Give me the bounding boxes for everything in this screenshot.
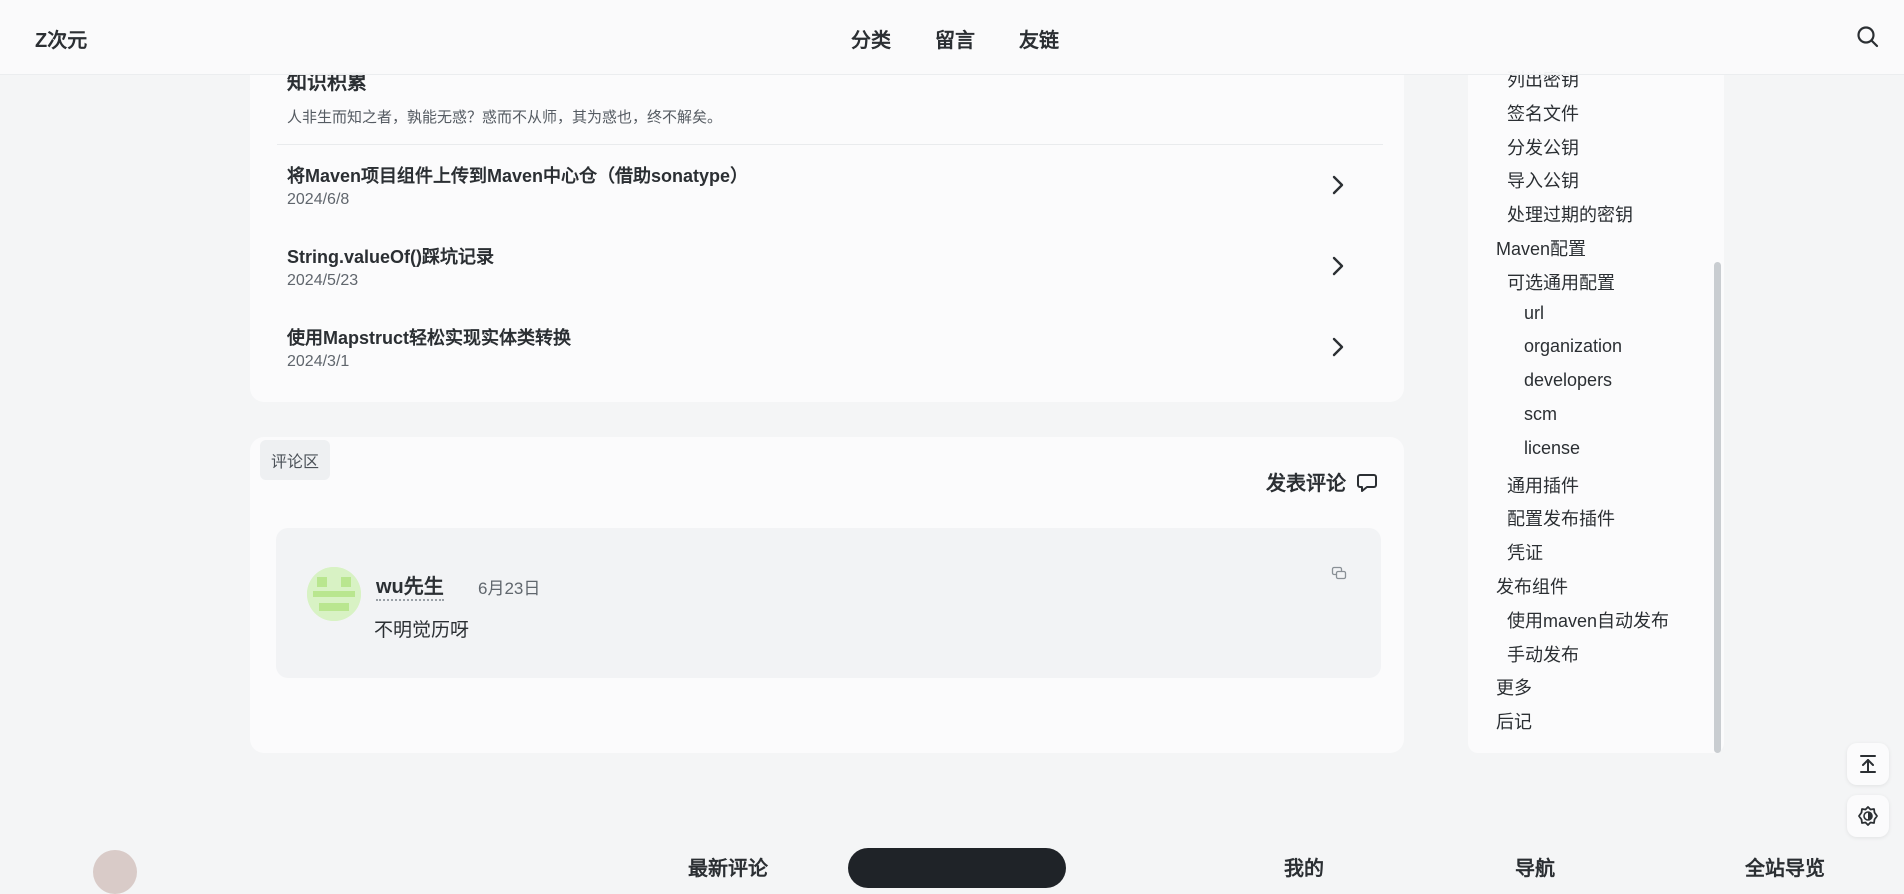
toc-item[interactable]: 后记 bbox=[1496, 708, 1532, 734]
footer-dark-pill[interactable] bbox=[848, 848, 1066, 888]
table-of-contents: 列出密钥 签名文件 分发公钥 导入公钥 处理过期的密钥 Maven配置 可选通用配置 url o… bbox=[1468, 40, 1724, 753]
footer-heading-mine: 我的 bbox=[1284, 858, 1324, 880]
footer-heading-latest-comments: 最新评论 bbox=[688, 858, 768, 880]
main-nav: 分类 留言 友链 bbox=[851, 24, 1059, 53]
toc-item[interactable]: license bbox=[1524, 438, 1580, 459]
comment-username[interactable]: wu先生 bbox=[376, 570, 444, 601]
comment-text: 不明觉历呀 bbox=[374, 620, 470, 641]
divider bbox=[277, 144, 1383, 145]
back-to-top-button[interactable] bbox=[1847, 743, 1889, 785]
nav-item-guestbook[interactable]: 留言 bbox=[935, 24, 975, 53]
search-icon[interactable] bbox=[1855, 24, 1881, 50]
toc-item[interactable]: 发布组件 bbox=[1496, 573, 1568, 599]
footer-heading-site-guide: 全站导览 bbox=[1745, 858, 1825, 880]
toc-item[interactable]: developers bbox=[1524, 370, 1612, 391]
footer-avatar[interactable] bbox=[93, 850, 137, 894]
comment-date: 6月23日 bbox=[478, 579, 541, 598]
toc-item[interactable]: 处理过期的密钥 bbox=[1507, 201, 1633, 227]
post-date: 2024/3/1 bbox=[287, 353, 350, 370]
toc-item[interactable]: 分发公钥 bbox=[1507, 134, 1579, 160]
nav-item-category[interactable]: 分类 bbox=[851, 24, 891, 53]
toc-item[interactable]: 导入公钥 bbox=[1507, 167, 1579, 193]
post-item[interactable]: String.valueOf()踩坑记录 2024/5/23 bbox=[277, 243, 1383, 313]
toc-item[interactable]: scm bbox=[1524, 404, 1557, 425]
nav-item-links[interactable]: 友链 bbox=[1019, 24, 1059, 53]
post-date: 2024/6/8 bbox=[287, 191, 350, 208]
post-comment-label[interactable]: 发表评论 bbox=[1266, 467, 1346, 496]
back-to-top-icon bbox=[1860, 755, 1876, 773]
site-brand[interactable]: Z次元 bbox=[35, 24, 87, 53]
footer: 最新评论 我的 导航 全站导览 bbox=[0, 835, 1904, 894]
post-title[interactable]: 使用Mapstruct轻松实现实体类转换 bbox=[287, 324, 571, 350]
toc-item[interactable]: 使用maven自动发布 bbox=[1507, 607, 1669, 633]
toc-item[interactable]: 通用插件 bbox=[1507, 472, 1579, 498]
toc-item[interactable]: 更多 bbox=[1496, 674, 1532, 700]
footer-heading-navigation: 导航 bbox=[1515, 858, 1555, 880]
reply-icon[interactable] bbox=[1331, 566, 1347, 582]
toc-item[interactable]: 签名文件 bbox=[1507, 100, 1579, 126]
comments-tag: 评论区 bbox=[260, 440, 331, 480]
post-item[interactable]: 使用Mapstruct轻松实现实体类转换 2024/3/1 bbox=[277, 324, 1383, 394]
related-posts-card: 知识积累 人非生而知之者，孰能无惑？惑而不从师，其为惑也，终不解矣。 将Mave… bbox=[250, 40, 1404, 402]
toc-item[interactable]: 手动发布 bbox=[1507, 641, 1579, 667]
toc-item[interactable]: 凭证 bbox=[1507, 539, 1543, 565]
toc-item[interactable]: url bbox=[1524, 303, 1544, 324]
post-date: 2024/5/23 bbox=[287, 272, 359, 289]
comment-item: wu先生 6月23日 不明觉历呀 bbox=[276, 528, 1381, 678]
theme-toggle-button[interactable] bbox=[1847, 795, 1889, 837]
comments-card: 评论区 发表评论 wu先生 6月23日 不明觉历呀 bbox=[250, 437, 1404, 753]
theme-toggle-icon bbox=[1858, 806, 1878, 826]
comment-icon[interactable] bbox=[1356, 471, 1378, 493]
chevron-right-icon[interactable] bbox=[1331, 255, 1345, 277]
post-comment-button[interactable]: 发表评论 bbox=[1266, 467, 1378, 496]
toc-item[interactable]: 可选通用配置 bbox=[1507, 269, 1615, 295]
post-title[interactable]: 将Maven项目组件上传到Maven中心仓（借助sonatype） bbox=[287, 162, 748, 188]
toc-item[interactable]: Maven配置 bbox=[1496, 235, 1586, 261]
chevron-right-icon[interactable] bbox=[1331, 174, 1345, 196]
toc-scrollbar[interactable] bbox=[1714, 262, 1721, 753]
top-navbar: Z次元 分类 留言 友链 bbox=[0, 0, 1904, 75]
toc-item[interactable]: organization bbox=[1524, 336, 1622, 357]
post-title[interactable]: String.valueOf()踩坑记录 bbox=[287, 243, 494, 269]
chevron-right-icon[interactable] bbox=[1331, 336, 1345, 358]
section-description: 人非生而知之者，孰能无惑？惑而不从师，其为惑也，终不解矣。 bbox=[287, 109, 723, 126]
toc-item[interactable]: 配置发布插件 bbox=[1507, 505, 1615, 531]
avatar[interactable] bbox=[307, 567, 361, 621]
post-item[interactable]: 将Maven项目组件上传到Maven中心仓（借助sonatype） 2024/6… bbox=[277, 162, 1383, 232]
